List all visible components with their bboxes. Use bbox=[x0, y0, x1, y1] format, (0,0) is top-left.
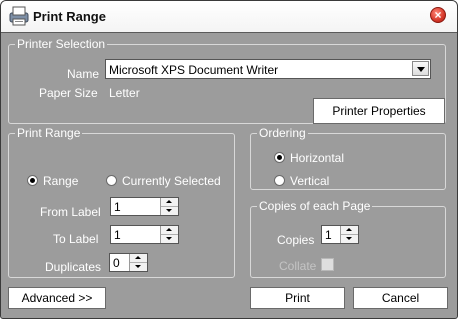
horizontal-radio[interactable] bbox=[274, 152, 285, 163]
to-label-stepper[interactable]: 1 bbox=[110, 225, 179, 244]
spin-down-icon[interactable] bbox=[161, 207, 178, 215]
print-button[interactable]: Print bbox=[250, 287, 345, 309]
printer-name-value: Microsoft XPS Document Writer bbox=[109, 63, 279, 77]
cancel-button[interactable]: Cancel bbox=[353, 287, 448, 309]
title-bar[interactable]: Print Range × bbox=[1, 1, 457, 33]
vertical-radio[interactable] bbox=[274, 175, 285, 186]
spin-up-icon[interactable] bbox=[161, 226, 178, 235]
to-label-spin-buttons bbox=[160, 226, 178, 243]
paper-size-label: Paper Size bbox=[39, 86, 98, 100]
close-icon: × bbox=[434, 8, 442, 22]
spin-up-icon[interactable] bbox=[341, 226, 358, 235]
range-radio[interactable] bbox=[27, 175, 38, 186]
spin-down-icon[interactable] bbox=[341, 235, 358, 243]
collate-label: Collate bbox=[279, 259, 317, 273]
spin-up-icon[interactable] bbox=[161, 198, 178, 207]
printer-name-label: Name bbox=[67, 67, 100, 81]
spin-up-icon[interactable] bbox=[130, 254, 147, 263]
printer-icon bbox=[7, 5, 31, 27]
printer-properties-button[interactable]: Printer Properties bbox=[313, 98, 445, 124]
from-label-stepper[interactable]: 1 bbox=[110, 197, 179, 216]
copies-stepper[interactable]: 1 bbox=[321, 225, 359, 244]
to-label-label: To Label bbox=[53, 232, 99, 246]
spin-down-icon[interactable] bbox=[161, 235, 178, 243]
printer-name-select[interactable]: Microsoft XPS Document Writer bbox=[105, 59, 431, 79]
from-label-spin-buttons bbox=[160, 198, 178, 215]
vertical-option-label[interactable]: Vertical bbox=[290, 174, 329, 188]
from-label-label: From Label bbox=[40, 205, 101, 219]
copies-label: Copies bbox=[277, 233, 315, 247]
copies-value: 1 bbox=[325, 228, 332, 242]
collate-checkbox[interactable] bbox=[321, 258, 334, 271]
to-label-value: 1 bbox=[114, 228, 121, 242]
duplicates-value: 0 bbox=[113, 256, 120, 270]
printer-selection-legend: Printer Selection bbox=[15, 37, 108, 51]
from-label-value: 1 bbox=[114, 200, 121, 214]
copies-spin-buttons bbox=[340, 226, 358, 243]
currently-selected-radio[interactable] bbox=[106, 175, 117, 186]
print-range-legend: Print Range bbox=[15, 126, 83, 140]
advanced-button[interactable]: Advanced >> bbox=[8, 287, 106, 309]
ordering-legend: Ordering bbox=[257, 126, 308, 140]
chevron-down-icon[interactable] bbox=[412, 61, 429, 76]
paper-size-value: Letter bbox=[109, 86, 140, 100]
range-option-label[interactable]: Range bbox=[43, 174, 78, 188]
copies-legend: Copies of each Page bbox=[257, 199, 373, 213]
horizontal-option-label[interactable]: Horizontal bbox=[290, 151, 344, 165]
duplicates-stepper[interactable]: 0 bbox=[109, 253, 148, 272]
spin-down-icon[interactable] bbox=[130, 263, 147, 271]
duplicates-spin-buttons bbox=[129, 254, 147, 271]
currently-selected-option-label[interactable]: Currently Selected bbox=[122, 174, 221, 188]
print-range-dialog: Print Range × Printer Selection Name Mic… bbox=[0, 0, 458, 319]
window-title: Print Range bbox=[33, 9, 106, 24]
duplicates-label: Duplicates bbox=[45, 260, 102, 274]
close-button[interactable]: × bbox=[430, 7, 446, 23]
